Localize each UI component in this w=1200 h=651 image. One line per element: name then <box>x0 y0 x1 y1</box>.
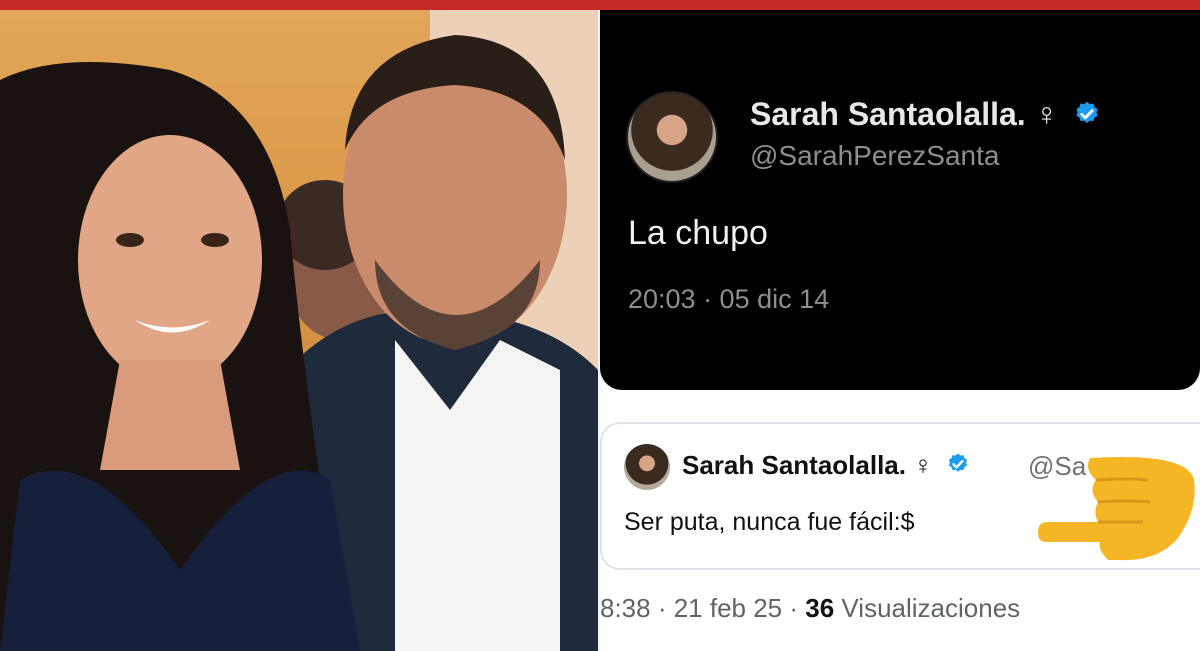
gender-symbol: ♀ <box>1034 96 1059 132</box>
tweet-card-dark: Sarah Santaolalla. ♀ @SarahPerezSanta La… <box>600 10 1200 390</box>
tweet-text: La chupo <box>628 214 768 252</box>
display-name-text: Sarah Santaolalla. <box>750 96 1026 132</box>
photo <box>0 10 598 651</box>
views-count: 36 <box>805 593 835 623</box>
top-red-bar <box>0 0 1200 10</box>
views-label: Visualizaciones <box>841 593 1021 623</box>
handle[interactable]: @SarahPerezSanta <box>750 140 999 172</box>
footer-timestamp[interactable]: 8:38 · 21 feb 25 · <box>600 593 798 623</box>
tweet-timestamp[interactable]: 20:03 · 05 dic 14 <box>628 284 829 315</box>
quoted-display-name-text: Sarah Santaolalla. <box>682 450 906 480</box>
quoted-tweet-text: Ser puta, nunca fue fácil:$ <box>624 508 915 536</box>
pointing-hand-emoji <box>1038 456 1195 561</box>
tweet-footer: 8:38 · 21 feb 25 · 36 Visualizaciones <box>600 593 1020 624</box>
display-name[interactable]: Sarah Santaolalla. ♀ <box>750 96 1101 133</box>
quoted-gender-symbol: ♀ <box>913 450 933 480</box>
photo-illustration <box>0 10 598 651</box>
avatar[interactable] <box>626 91 718 183</box>
verified-badge-icon <box>1076 101 1099 123</box>
verified-badge-icon <box>948 453 968 472</box>
tweet-card-light: Sarah Santaolalla. ♀ @Sa Ser puta, nunca… <box>600 390 1200 651</box>
avatar-small[interactable] <box>624 444 670 490</box>
quoted-display-name[interactable]: Sarah Santaolalla. ♀ <box>682 450 970 481</box>
